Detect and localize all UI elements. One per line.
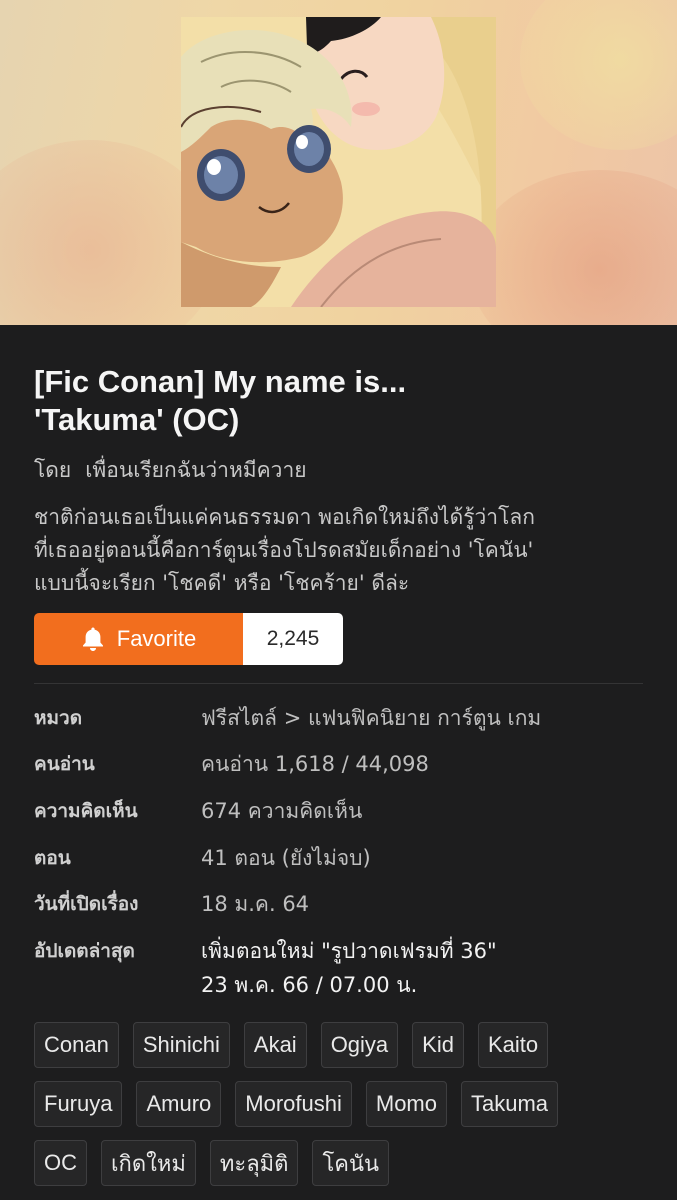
tag-row: Conan Shinichi Akai Ogiya Kid Kaito [34,1022,654,1068]
favorite-label: Favorite [116,626,197,651]
tag-chip[interactable]: Furuya [34,1081,123,1127]
banner-blur [520,0,677,150]
tag-chip[interactable]: Ogiya [320,1022,399,1068]
info-row-readers: คนอ่าน คนอ่าน 1,618 / 44,098 [34,751,654,781]
tag-chip[interactable]: Amuro [136,1081,222,1127]
favorite-button[interactable]: Favorite [34,613,243,665]
author-prefix: โดย [34,458,72,482]
opened-date-label: วันที่เปิดเรื่อง [34,893,139,915]
favorite-group: Favorite 2,245 [34,613,343,665]
updated-value[interactable]: เพิ่มตอนใหม่ "รูปวาดเฟรมที่ 36" 23 พ.ค. … [201,934,497,1002]
tag-chip[interactable]: ทะลุมิติ [209,1140,299,1186]
bell-icon [81,626,105,652]
story-title: [Fic Conan] My name is... 'Takuma' (OC) [34,363,634,439]
tag-chip[interactable]: Akai [243,1022,307,1068]
info-row-chapters: ตอน 41 ตอน (ยังไม่จบ) [34,845,654,875]
opened-date-value: 18 ม.ค. 64 [201,892,310,916]
chapters-label: ตอน [34,847,71,869]
tag-chip[interactable]: Shinichi [132,1022,230,1068]
info-row-category: หมวด ฟรีสไตล์ > แฟนฟิคนิยาย การ์ตูน เกม [34,705,654,735]
info-row-updated: อัปเดตล่าสุด เพิ่มตอนใหม่ "รูปวาดเฟรมที่… [34,938,654,1002]
tag-chip[interactable]: Morofushi [235,1081,352,1127]
updated-date: 23 พ.ค. 66 / 07.00 น. [201,973,418,997]
tag-list: Conan Shinichi Akai Ogiya Kid Kaito Furuya Amur… [34,1022,654,1199]
title-line: 'Takuma' (OC) [34,402,240,437]
favorite-count: 2,245 [243,613,343,665]
story-page: [Fic Conan] My name is... 'Takuma' (OC) … [0,0,677,1200]
tag-chip[interactable]: เกิดใหม่ [101,1140,196,1186]
latest-chapter-link[interactable]: เพิ่มตอนใหม่ "รูปวาดเฟรมที่ 36" [201,934,497,968]
divider [34,683,643,684]
tag-chip[interactable]: Momo [365,1081,447,1127]
cover-image[interactable] [181,17,496,307]
readers-label: คนอ่าน [34,753,95,775]
tag-chip[interactable]: โคนัน [312,1140,390,1186]
author-name-link[interactable]: เพื่อนเรียกฉันว่าหมีควาย [85,458,306,482]
tag-chip[interactable]: Conan [34,1022,119,1068]
banner-blur [470,170,677,325]
comments-label: ความคิดเห็น [34,800,138,822]
tag-chip[interactable]: OC [34,1140,87,1186]
updated-label: อัปเดตล่าสุด [34,940,135,962]
cover-illustration [181,17,496,307]
comments-value: 674 ความคิดเห็น [201,799,363,823]
category-link[interactable]: ฟรีสไตล์ > แฟนฟิคนิยาย การ์ตูน เกม [201,701,541,735]
tag-chip[interactable]: Kid [412,1022,464,1068]
info-row-comments: ความคิดเห็น 674 ความคิดเห็น [34,798,654,828]
tag-row: Furuya Amuro Morofushi Momo Takuma [34,1081,654,1127]
story-synopsis: ชาติก่อนเธอเป็นแค่คนธรรมดา พอเกิดใหม่ถึง… [34,505,535,595]
chapters-value: 41 ตอน (ยังไม่จบ) [201,846,371,870]
category-label: หมวด [34,707,83,729]
info-row-opened: วันที่เปิดเรื่อง 18 ม.ค. 64 [34,891,654,921]
title-line: [Fic Conan] My name is... [34,364,407,399]
cover-banner [0,0,677,325]
tag-chip[interactable]: Kaito [477,1022,549,1068]
tag-row: OC เกิดใหม่ ทะลุมิติ โคนัน [34,1140,654,1186]
readers-value: คนอ่าน 1,618 / 44,098 [201,752,429,776]
author-line: โดย เพื่อนเรียกฉันว่าหมีควาย [34,454,307,487]
tag-chip[interactable]: Takuma [461,1081,559,1127]
